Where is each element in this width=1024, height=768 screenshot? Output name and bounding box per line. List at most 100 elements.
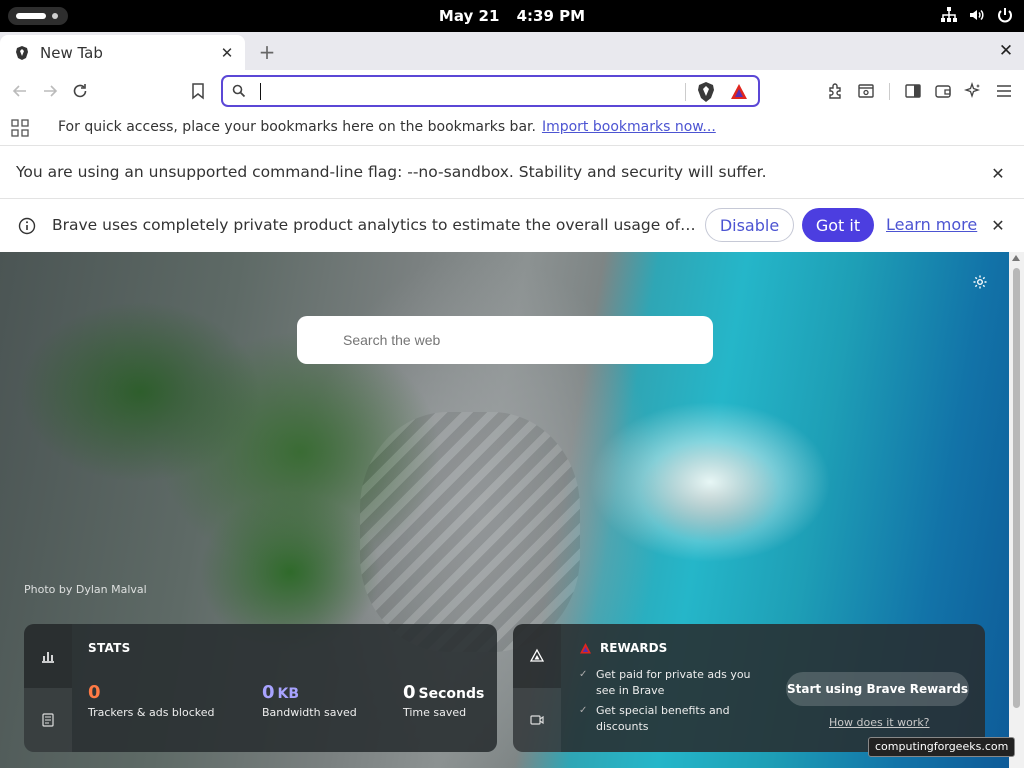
- rewards-benefit: ✓ Get special benefits and discounts: [579, 703, 769, 735]
- puzzle-icon: [829, 83, 841, 99]
- reload-icon: [73, 84, 87, 98]
- gear-icon[interactable]: [972, 274, 988, 290]
- analytics-infobar: Brave uses completely private product an…: [0, 199, 1024, 252]
- analytics-text: Brave uses completely private product an…: [52, 216, 698, 234]
- toolbar-divider: [889, 83, 890, 100]
- background-photo: [360, 412, 580, 652]
- sidebar-icon: [905, 84, 921, 98]
- bandwidth-label: Bandwidth saved: [262, 706, 357, 719]
- time-label: Time saved: [403, 706, 467, 719]
- close-icon[interactable]: ✕: [990, 216, 1006, 235]
- sparkle-icon: [963, 81, 981, 99]
- leo-ai-button[interactable]: [961, 79, 985, 103]
- import-bookmarks-link[interactable]: Import bookmarks now...: [542, 119, 716, 135]
- tab-search-button[interactable]: [854, 79, 878, 103]
- bar-chart-icon[interactable]: [40, 648, 56, 664]
- bandwidth-value: 0: [262, 682, 275, 703]
- rewards-widget-tabs: [513, 624, 561, 752]
- stat-trackers: 0 Trackers & ads blocked: [88, 682, 214, 719]
- close-icon[interactable]: ✕: [990, 164, 1006, 183]
- rewards-benefit: ✓ Get paid for private ads you see in Br…: [579, 667, 769, 699]
- time-value: 0: [403, 682, 416, 703]
- stats-widget: STATS 0 Trackers & ads blocked 0 KB Bandw…: [24, 624, 497, 752]
- got-it-button[interactable]: Got it: [802, 208, 874, 242]
- rewards-benefit-text: Get paid for private ads you see in Brav…: [596, 668, 751, 697]
- start-rewards-button[interactable]: Start using Brave Rewards: [786, 672, 969, 706]
- rewards-triangle-icon[interactable]: [529, 648, 545, 664]
- forward-button[interactable]: [38, 79, 62, 103]
- rewards-widget: REWARDS ✓ Get paid for private ads you s…: [513, 624, 985, 752]
- checkmark-icon: ✓: [579, 669, 588, 680]
- address-bar[interactable]: [221, 75, 760, 107]
- wallet-button[interactable]: [931, 79, 955, 103]
- sidebar-button[interactable]: [901, 79, 925, 103]
- trackers-count: 0: [88, 682, 101, 703]
- workspace-indicator-active: [16, 13, 46, 19]
- stats-title: STATS: [88, 641, 131, 655]
- brave-logo-icon: [16, 45, 28, 60]
- video-call-icon[interactable]: [529, 712, 545, 728]
- stats-widget-tabs: [24, 624, 72, 752]
- menu-button[interactable]: [992, 79, 1016, 103]
- toolbar: [0, 70, 1024, 112]
- volume-icon[interactable]: [968, 6, 986, 24]
- stat-bandwidth: 0 KB Bandwidth saved: [262, 682, 357, 719]
- brave-rewards-icon: [580, 642, 591, 653]
- search-icon: [232, 84, 246, 98]
- extensions-button[interactable]: [824, 79, 848, 103]
- disable-button[interactable]: Disable: [705, 208, 794, 242]
- rewards-header: REWARDS: [579, 641, 667, 655]
- back-button[interactable]: [8, 79, 32, 103]
- brave-shields-icon[interactable]: [696, 81, 716, 103]
- web-search-box[interactable]: [297, 316, 713, 364]
- activities-button[interactable]: [8, 7, 68, 25]
- clock-time: 4:39 PM: [516, 7, 586, 25]
- text-caret: [260, 83, 261, 100]
- stat-time: 0 Seconds Time saved: [403, 682, 484, 719]
- clock[interactable]: May 21 4:39 PM: [0, 0, 1024, 32]
- scrollbar-thumb[interactable]: [1013, 268, 1020, 708]
- window-close-button[interactable]: ✕: [996, 41, 1016, 61]
- bookmarks-bar: For quick access, place your bookmarks h…: [0, 112, 1024, 146]
- tab-title: New Tab: [40, 43, 103, 62]
- scroll-up-arrow-icon[interactable]: [1012, 255, 1020, 261]
- workspace-indicator: [52, 13, 58, 19]
- learn-more-link[interactable]: Learn more: [886, 215, 977, 234]
- tab-search-icon: [858, 84, 874, 98]
- vertical-scrollbar[interactable]: [1009, 252, 1024, 768]
- sandbox-warning-text: You are using an unsupported command-lin…: [16, 163, 767, 181]
- clock-date: May 21: [438, 7, 500, 25]
- time-unit: Seconds: [418, 686, 485, 702]
- photo-credit: Photo by Dylan Malval: [24, 583, 147, 596]
- power-icon[interactable]: [996, 6, 1014, 24]
- system-tray[interactable]: [940, 6, 1014, 24]
- tab-new-tab[interactable]: New Tab ✕: [0, 35, 245, 70]
- web-search-input[interactable]: [343, 330, 683, 350]
- rewards-title: REWARDS: [600, 641, 668, 655]
- wallet-icon: [935, 85, 951, 98]
- hamburger-menu-icon: [997, 85, 1011, 97]
- system-top-bar: May 21 4:39 PM: [0, 0, 1024, 32]
- info-icon: [18, 217, 36, 235]
- bookmark-icon: [192, 83, 204, 100]
- watermark: computingforgeeks.com: [868, 737, 1016, 757]
- bandwidth-unit: KB: [277, 686, 300, 702]
- bookmarks-hint: For quick access, place your bookmarks h…: [58, 119, 536, 135]
- bookmark-button[interactable]: [186, 79, 210, 103]
- sandbox-warning-infobar: You are using an unsupported command-lin…: [0, 147, 1024, 199]
- apps-grid-icon[interactable]: [11, 119, 29, 137]
- network-icon[interactable]: [940, 6, 958, 24]
- address-input[interactable]: [263, 80, 683, 102]
- omnibox-divider: [685, 83, 686, 101]
- tab-close-icon[interactable]: ✕: [219, 44, 235, 62]
- new-tab-button[interactable]: +: [255, 40, 279, 64]
- tab-strip: New Tab ✕ + ✕: [0, 32, 1024, 70]
- arrow-left-icon: [12, 85, 26, 97]
- how-it-works-link[interactable]: How does it work?: [829, 716, 930, 729]
- news-icon[interactable]: [40, 712, 56, 728]
- brave-rewards-icon[interactable]: [729, 82, 749, 102]
- reload-button[interactable]: [68, 79, 92, 103]
- checkmark-icon: ✓: [579, 705, 588, 716]
- trackers-label: Trackers & ads blocked: [88, 706, 215, 719]
- bookmarks-bar-message: For quick access, place your bookmarks h…: [58, 119, 716, 135]
